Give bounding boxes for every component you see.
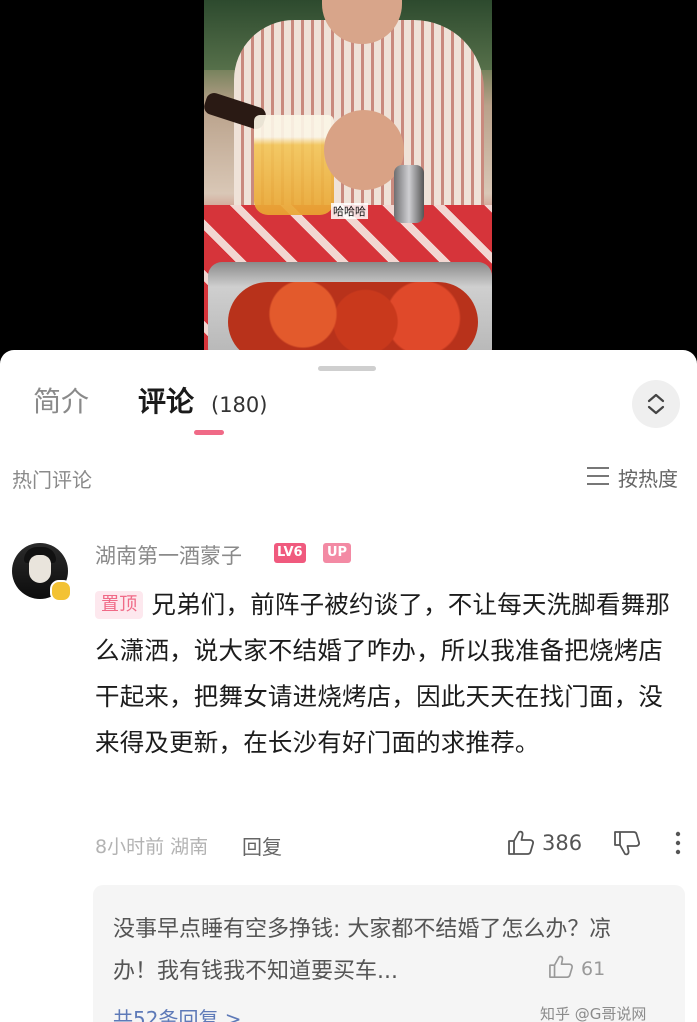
drag-handle[interactable] xyxy=(318,366,376,371)
reply-preview[interactable]: 没事早点睡有空多挣钱: 大家都不结婚了怎么办？凉办！我有钱我不知道要买车... … xyxy=(93,885,685,1022)
video-beer-mug xyxy=(254,115,334,215)
comment-location: 湖南 xyxy=(170,836,209,858)
level-badge: LV6 xyxy=(274,543,306,563)
like-count: 386 xyxy=(542,831,583,855)
reply-thumbs-up-icon[interactable] xyxy=(548,955,574,979)
reply-text: 没事早点睡有空多挣钱: 大家都不结婚了怎么办？凉办！我有钱我不知道要买车... xyxy=(113,917,612,984)
comment-meta: 8小时前 湖南 xyxy=(95,832,208,859)
list-icon xyxy=(587,467,609,485)
comments-count: (180) xyxy=(211,393,268,417)
view-all-replies-link[interactable]: 共52条回复 > xyxy=(113,1003,242,1022)
verified-badge-icon xyxy=(50,580,72,602)
tab-comments[interactable]: 评论 xyxy=(138,384,194,420)
video-wristwatch xyxy=(394,165,424,223)
hot-comments-label: 热门评论 xyxy=(12,468,92,492)
watermark: 知乎 @G哥说网 xyxy=(540,1005,647,1022)
thumbs-up-icon[interactable] xyxy=(507,830,535,856)
video-hand xyxy=(324,110,404,190)
tab-active-indicator xyxy=(194,430,224,435)
video-caption: 哈哈哈 xyxy=(331,203,368,219)
reply-button[interactable]: 回复 xyxy=(242,831,282,860)
up-badge: UP xyxy=(323,543,352,563)
sort-label: 按热度 xyxy=(618,467,678,491)
comments-sheet: 简介 评论 (180) 热门评论 按热度 湖南第一酒蒙子 LV6 UP 置顶 兄… xyxy=(0,350,697,1022)
thumbs-down-icon[interactable] xyxy=(613,830,641,856)
video-player[interactable]: 哈哈哈 xyxy=(0,0,697,352)
expand-collapse-button[interactable] xyxy=(632,380,680,428)
tab-intro[interactable]: 简介 xyxy=(33,384,89,420)
more-options-icon[interactable] xyxy=(674,830,682,856)
avatar-face xyxy=(29,555,51,583)
comment-time: 8小时前 xyxy=(95,836,165,858)
reply-like-count: 61 xyxy=(581,958,606,980)
app-root: 哈哈哈 简介 评论 (180) 热门评论 按热度 湖南第一酒蒙子 LV6 UP … xyxy=(0,0,697,1022)
pinned-tag: 置顶 xyxy=(95,591,144,619)
chevron-up-down-icon xyxy=(647,393,665,415)
video-crayfish xyxy=(228,282,478,352)
video-frame: 哈哈哈 xyxy=(204,0,492,352)
comment-text: 兄弟们，前阵子被约谈了，不让每天洗脚看舞那么潇洒，说大家不结婚了咋办，所以我准备… xyxy=(95,590,671,757)
comment-username[interactable]: 湖南第一酒蒙子 xyxy=(95,540,242,570)
comment-body[interactable]: 置顶 兄弟们，前阵子被约谈了，不让每天洗脚看舞那么潇洒，说大家不结婚了咋办，所以我… xyxy=(95,582,687,766)
